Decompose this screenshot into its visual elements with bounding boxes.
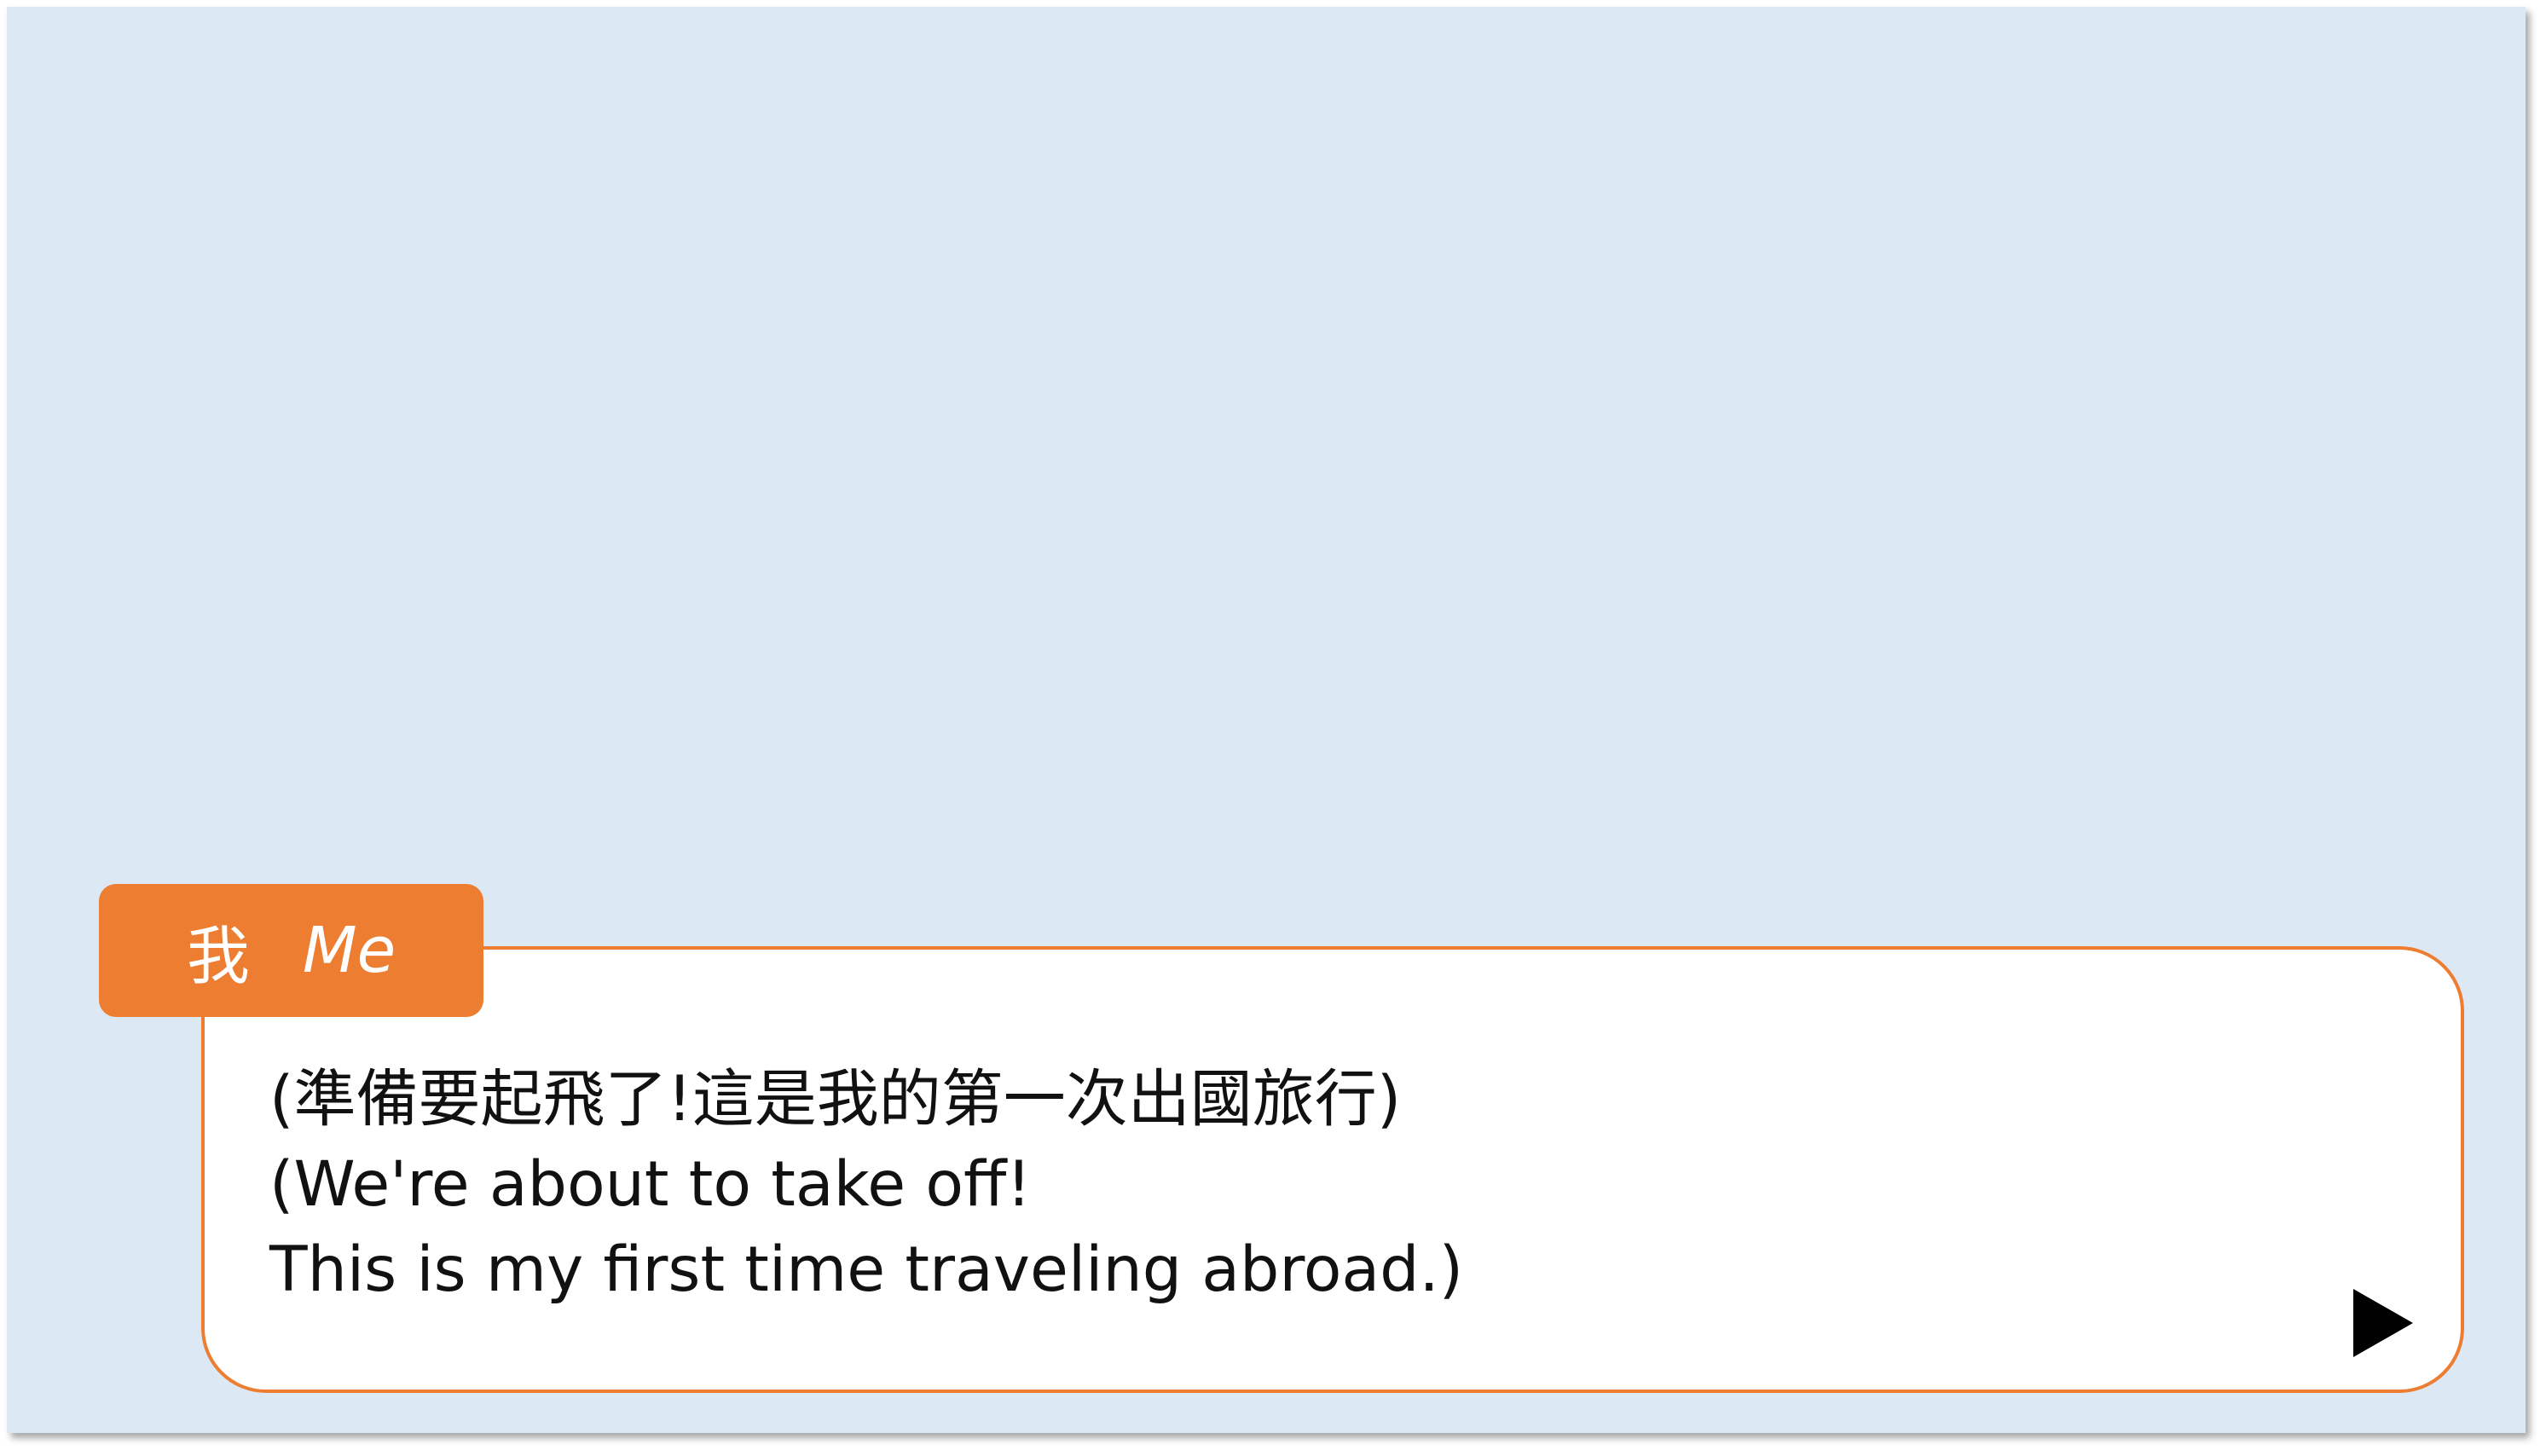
speaker-name-en: Me — [302, 914, 396, 987]
speaker-name-tag: 我 Me — [99, 884, 483, 1017]
next-arrow-icon[interactable] — [2353, 1289, 2413, 1357]
dialogue-line-zh: (準備要起飛了!這是我的第一次出國旅行) — [269, 1063, 1402, 1135]
game-window: 我 Me (準備要起飛了!這是我的第一次出國旅行) (We're about t… — [7, 7, 2526, 1433]
dialogue-line-en-1: (We're about to take off! — [269, 1148, 1032, 1221]
speaker-name-zh: 我 — [186, 919, 250, 993]
dialogue-line-en-2: This is my first time traveling abroad.) — [269, 1234, 1464, 1306]
dialogue-text: (準備要起飛了!這是我的第一次出國旅行) (We're about to tak… — [269, 1057, 2316, 1313]
